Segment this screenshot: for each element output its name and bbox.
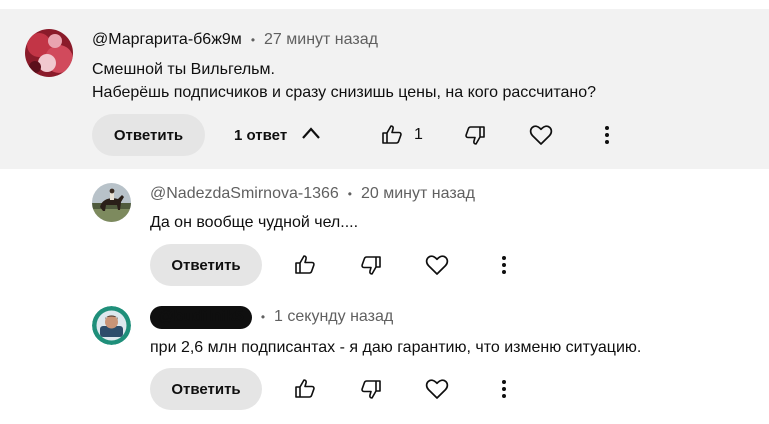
comment-text: Да он вообще чудной чел.... <box>150 214 359 231</box>
thumb-up-icon[interactable] <box>290 374 320 404</box>
reply-button[interactable]: Ответить <box>92 114 205 156</box>
separator-dot: • <box>260 310 266 324</box>
comment-meta: @Маргарита-б6ж9м • 27 минут назад <box>92 29 378 51</box>
avatar[interactable] <box>92 306 131 345</box>
separator-dot: • <box>250 33 256 47</box>
comment-text: при 2,6 млн подписантах - я даю гарантию… <box>150 339 642 356</box>
reply-button[interactable]: Ответить <box>150 244 262 286</box>
chevron-up-icon <box>301 126 321 144</box>
comment-author[interactable]: @budilnik5 <box>150 305 252 329</box>
heart-icon[interactable] <box>422 250 452 280</box>
comment-author[interactable]: @NadezdaSmirnova-1366 <box>150 185 339 203</box>
avatar[interactable] <box>25 29 73 77</box>
more-vert-icon[interactable] <box>489 250 519 280</box>
reply-button[interactable]: Ответить <box>150 368 262 410</box>
more-vert-icon[interactable] <box>489 374 519 404</box>
comment-meta: @NadezdaSmirnova-1366 • 20 минут назад <box>150 183 475 205</box>
replies-toggle[interactable]: 1 ответ <box>234 124 321 146</box>
more-vert-icon[interactable] <box>592 120 622 150</box>
thumb-down-icon[interactable] <box>356 250 386 280</box>
comment-time[interactable]: 27 минут назад <box>264 31 378 49</box>
comment-text-line: Наберёшь подписчиков и сразу снизишь цен… <box>92 84 597 101</box>
thumb-down-icon[interactable] <box>460 120 490 150</box>
like-count: 1 <box>414 126 423 143</box>
replies-count-label: 1 ответ <box>234 126 288 144</box>
thumb-down-icon[interactable] <box>356 374 386 404</box>
comment-time[interactable]: 20 минут назад <box>361 185 475 203</box>
heart-icon[interactable] <box>422 374 452 404</box>
avatar[interactable] <box>92 183 131 222</box>
comment-author[interactable]: @Маргарита-б6ж9м <box>92 31 242 49</box>
top-strip <box>0 0 769 9</box>
comment-meta: @budilnik5 • 1 секунду назад <box>150 305 393 329</box>
heart-icon[interactable] <box>526 120 556 150</box>
thumb-up-icon[interactable] <box>377 120 407 150</box>
separator-dot: • <box>347 187 352 201</box>
comment-time[interactable]: 1 секунду назад <box>274 308 393 326</box>
thumb-up-icon[interactable] <box>290 250 320 280</box>
